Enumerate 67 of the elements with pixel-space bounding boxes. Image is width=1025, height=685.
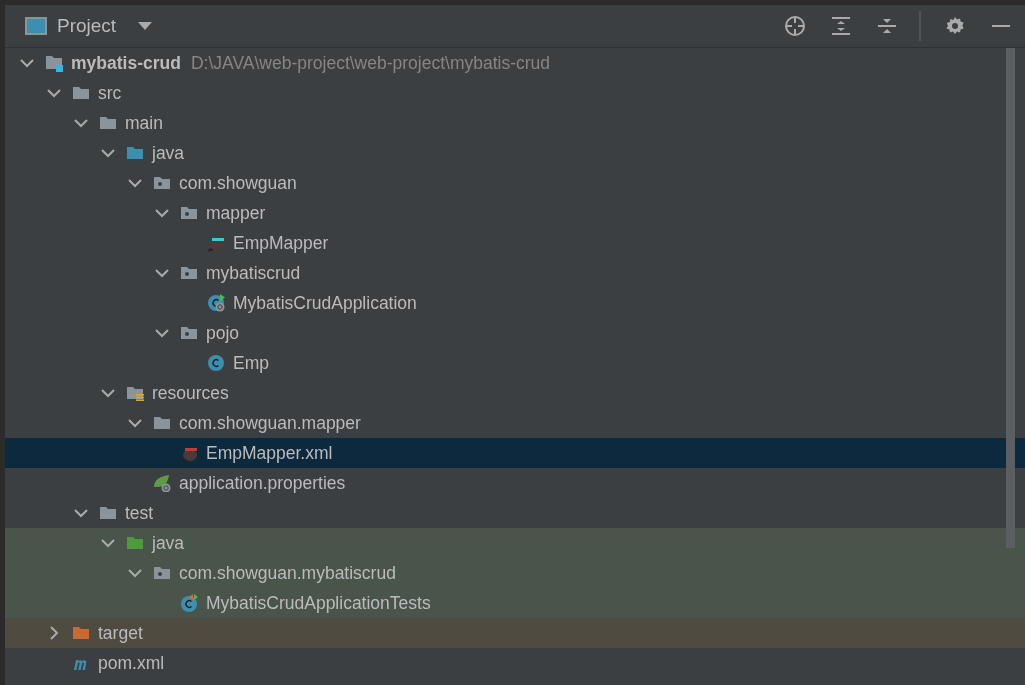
node-label: Emp (233, 352, 269, 374)
folder-icon (153, 414, 171, 432)
tree-row[interactable]: pom.xml (5, 648, 1025, 678)
tree-row[interactable]: java (5, 528, 1025, 558)
tree-row[interactable]: com.showguan (5, 168, 1025, 198)
node-label: test (125, 502, 154, 524)
node-label: com.showguan.mybatiscrud (179, 562, 396, 584)
tree-row[interactable]: target (5, 618, 1025, 648)
package-icon (153, 564, 171, 582)
tree-row[interactable]: main (5, 108, 1025, 138)
node-label: main (125, 112, 163, 134)
scrollbar[interactable] (1006, 48, 1015, 548)
node-label: java (152, 532, 185, 554)
tree-row[interactable]: com.showguan.mapper (5, 408, 1025, 438)
package-icon (153, 174, 171, 192)
window-icon (25, 17, 47, 35)
class-icon (207, 294, 225, 312)
node-label: resources (152, 382, 229, 404)
package-icon (180, 204, 198, 222)
node-label: com.showguan.mapper (179, 412, 361, 434)
node-label: EmpMapper.xml (206, 442, 333, 464)
leaf-gear-icon (153, 474, 171, 492)
dropdown-icon[interactable] (138, 22, 153, 30)
folder-icon (126, 144, 144, 162)
tree-row[interactable]: MybatisCrudApplicationTests (5, 588, 1025, 618)
node-label: MybatisCrudApplicationTests (206, 592, 431, 614)
node-label: com.showguan (179, 172, 297, 194)
tree-row[interactable]: src (5, 78, 1025, 108)
folder-icon (99, 504, 117, 522)
node-label: EmpMapper (233, 232, 329, 254)
class-icon (180, 594, 198, 612)
module-path: D:\JAVA\web-project\web-project\mybatis-crud (190, 52, 551, 74)
tree-row[interactable]: Emp (5, 348, 1025, 378)
tree-row[interactable]: application.properties (5, 468, 1025, 498)
folder-icon (126, 534, 144, 552)
tree-row[interactable]: MybatisCrudApplication (5, 288, 1025, 318)
panel-title: Project (57, 15, 117, 37)
folder-icon (126, 384, 144, 402)
node-label: application.properties (179, 472, 346, 494)
package-icon (180, 324, 198, 342)
expand-all-icon[interactable] (829, 14, 853, 38)
tree-row[interactable]: java (5, 138, 1025, 168)
module-icon (45, 54, 63, 72)
node-label: MybatisCrudApplication (233, 292, 417, 314)
package-icon (180, 264, 198, 282)
node-label: pom.xml (98, 652, 165, 674)
tree-row[interactable]: com.showguan.mybatiscrud (5, 558, 1025, 588)
tree-row[interactable]: pojo (5, 318, 1025, 348)
locate-icon[interactable] (783, 14, 807, 38)
tree-row[interactable]: mybatiscrud (5, 258, 1025, 288)
tree-row[interactable]: EmpMapper (5, 228, 1025, 258)
folder-icon (99, 114, 117, 132)
folder-icon (72, 84, 90, 102)
tree-row[interactable]: test (5, 498, 1025, 528)
tree-row[interactable]: resources (5, 378, 1025, 408)
tree-row[interactable]: mapper (5, 198, 1025, 228)
node-label: target (98, 622, 143, 644)
node-label: pojo (206, 322, 240, 344)
class-icon (207, 354, 225, 372)
node-label: mybatis-crud (71, 52, 181, 74)
folder-icon (72, 624, 90, 642)
node-label: java (152, 142, 185, 164)
tree-row[interactable]: EmpMapper.xml (5, 438, 1025, 468)
tree-row[interactable]: mybatis-crud D:\JAVA\web-project\web-project\mybatis-crud (5, 48, 1025, 78)
node-label: mapper (206, 202, 266, 224)
node-label: src (98, 82, 122, 104)
node-label: mybatiscrud (206, 262, 301, 284)
